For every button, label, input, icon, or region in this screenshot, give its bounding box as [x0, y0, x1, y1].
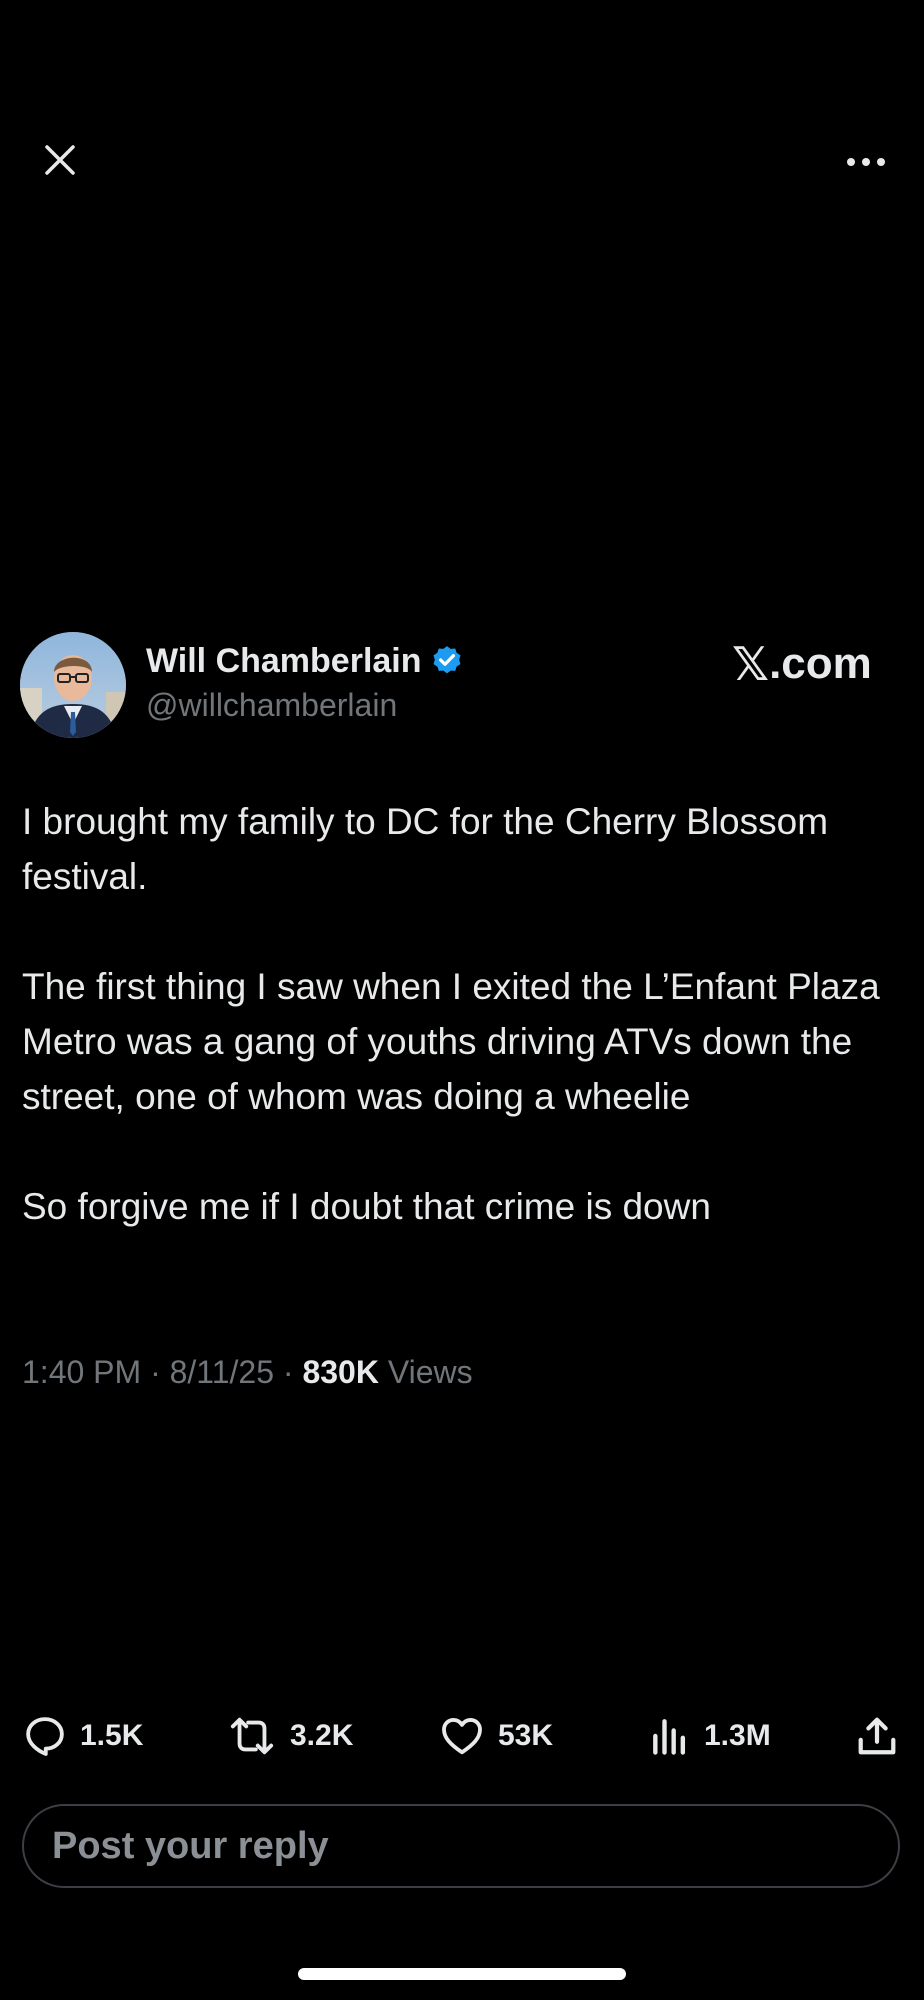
- home-indicator[interactable]: [298, 1968, 626, 1980]
- brand-watermark: 𝕏 .com: [732, 636, 872, 692]
- verified-badge-icon: [433, 646, 460, 674]
- post-meta: 1:40 PM · 8/11/25 · 830K Views: [22, 1350, 473, 1394]
- brand-domain: .com: [769, 639, 872, 688]
- post-time: 1:40 PM: [22, 1354, 142, 1390]
- close-icon: [45, 145, 75, 175]
- x-logo-icon: 𝕏: [732, 637, 770, 691]
- avatar[interactable]: [20, 632, 126, 738]
- heart-icon: [442, 1717, 482, 1755]
- analytics-icon: [653, 1719, 686, 1755]
- reply-input[interactable]: Post your reply: [22, 1804, 900, 1888]
- share-button[interactable]: [854, 1712, 900, 1760]
- meta-separator: ·: [282, 1354, 294, 1390]
- more-options-button[interactable]: [838, 140, 894, 184]
- views-action-count: 1.3M: [704, 1719, 771, 1752]
- post-date: 8/11/25: [169, 1354, 274, 1390]
- repost-count: 3.2K: [290, 1719, 354, 1752]
- avatar-photo: [20, 632, 126, 738]
- post-paragraph: I brought my family to DC for the Cherry…: [22, 801, 829, 897]
- repost-button[interactable]: 3.2K: [226, 1712, 353, 1760]
- like-button[interactable]: 53K: [438, 1712, 553, 1760]
- reply-count: 1.5K: [80, 1719, 144, 1752]
- author-name-text: Will Chamberlain: [146, 642, 422, 680]
- reply-button[interactable]: 1.5K: [22, 1712, 143, 1760]
- post-text: I brought my family to DC for the Cherry…: [22, 794, 902, 1234]
- reply-icon: [26, 1717, 64, 1756]
- like-count: 53K: [498, 1719, 554, 1752]
- post-paragraph: So forgive me if I doubt that crime is d…: [22, 1186, 711, 1227]
- reply-placeholder: Post your reply: [52, 1824, 329, 1867]
- views-button[interactable]: 1.3M: [648, 1712, 771, 1760]
- meta-separator: ·: [150, 1354, 161, 1390]
- author-handle[interactable]: @willchamberlain: [146, 684, 397, 726]
- post-paragraph: The first thing I saw when I exited the …: [22, 966, 880, 1117]
- views-count: 830K: [302, 1354, 379, 1390]
- close-button[interactable]: [36, 136, 84, 184]
- more-icon: [847, 158, 885, 166]
- share-icon: [858, 1717, 896, 1755]
- author-name[interactable]: Will Chamberlain: [146, 640, 464, 682]
- repost-icon: [230, 1717, 274, 1755]
- views-label: Views: [387, 1354, 473, 1390]
